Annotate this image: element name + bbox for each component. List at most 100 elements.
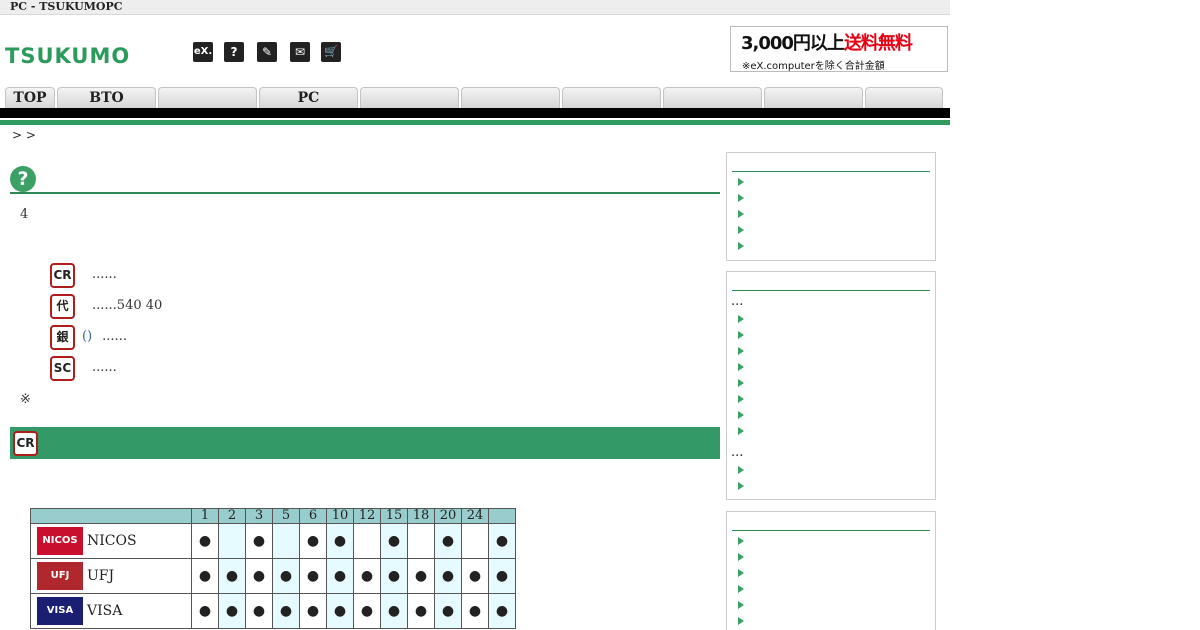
- banner-amount: 3,000円以上: [741, 33, 845, 54]
- cart-icon[interactable]: 🛒: [321, 42, 341, 62]
- tab-6[interactable]: [461, 87, 560, 108]
- sidebar-ellipsis: ...: [731, 294, 744, 309]
- table-header: 20: [434, 508, 462, 524]
- table-header: 18: [407, 508, 435, 524]
- tab-7[interactable]: [562, 87, 661, 108]
- table-row: UFJ CardUFJ●●●●●●●●●●●●: [30, 558, 516, 609]
- sidebar-ellipsis: ...: [731, 445, 744, 460]
- sidebar-link-arrow-icon[interactable]: [738, 617, 744, 625]
- sidebar-box-heading-line: [732, 290, 930, 291]
- installment-cell: ●: [434, 523, 462, 559]
- installment-cell: ●: [218, 558, 246, 594]
- installment-cell: ●: [326, 593, 354, 629]
- mail-icon[interactable]: ✉: [290, 42, 310, 62]
- installment-cell: ●: [299, 523, 327, 559]
- question-icon: ?: [10, 166, 36, 192]
- installment-cell: ●: [407, 593, 435, 629]
- sidebar-link-arrow-icon[interactable]: [738, 178, 744, 186]
- tsukumo-logo[interactable]: TSUKUMO: [5, 44, 130, 68]
- sidebar-link-arrow-icon[interactable]: [738, 242, 744, 250]
- table-row: VISA VISA ● ● ● ● ● ● ● ● ● ● ● ●: [30, 593, 516, 629]
- sidebar-link-arrow-icon[interactable]: [738, 569, 744, 577]
- sidebar-link-arrow-icon[interactable]: [738, 395, 744, 403]
- sidebar-link-arrow-icon[interactable]: [738, 537, 744, 545]
- installment-cell: ●: [380, 523, 408, 559]
- sidebar-box-3: [726, 511, 936, 630]
- tab-bto[interactable]: BTO: [57, 87, 156, 108]
- sidebar-link-arrow-icon[interactable]: [738, 226, 744, 234]
- tab-top[interactable]: TOP: [5, 87, 55, 108]
- cash-on-delivery-icon: 代: [50, 294, 75, 319]
- table-header: 24: [461, 508, 489, 524]
- payment-link[interactable]: (): [82, 329, 92, 344]
- table-header: [30, 508, 192, 524]
- intro-text: 4: [20, 207, 29, 222]
- installment-cell: ●: [245, 593, 273, 629]
- installment-cell: [218, 523, 246, 559]
- banner-free-shipping: 送料無料: [843, 33, 913, 54]
- credit-card-icon: CR: [13, 431, 38, 456]
- tab-9[interactable]: [764, 87, 863, 108]
- card-name-cell: VISA VISA: [30, 593, 192, 629]
- sidebar-box-heading-line: [732, 530, 930, 531]
- sidebar-link-arrow-icon[interactable]: [738, 194, 744, 202]
- sidebar-link-arrow-icon[interactable]: [738, 585, 744, 593]
- sidebar-link-arrow-icon[interactable]: [738, 466, 744, 474]
- installment-cell: ●: [299, 558, 327, 594]
- payment-desc: ......: [92, 267, 117, 282]
- section-header-credit: CR: [10, 427, 720, 459]
- installment-cell: ●: [353, 558, 381, 594]
- sidebar-link-arrow-icon[interactable]: [738, 363, 744, 371]
- sidebar-link-arrow-icon[interactable]: [738, 411, 744, 419]
- table-header: 10: [326, 508, 354, 524]
- tab-pc[interactable]: PC: [259, 87, 358, 108]
- nav-divider-green: [0, 120, 950, 125]
- top-strip: PC - TSUKUMOPC: [0, 0, 950, 15]
- card-name: NICOS: [87, 533, 137, 549]
- sidebar-link-arrow-icon[interactable]: [738, 482, 744, 490]
- tools-icon[interactable]: ✎: [257, 42, 277, 62]
- installment-cell: ●: [434, 558, 462, 594]
- installment-cell: ●: [326, 558, 354, 594]
- card-logo-icon: UFJ Card: [37, 562, 83, 609]
- installment-cell: ●: [434, 593, 462, 629]
- sidebar-link-arrow-icon[interactable]: [738, 315, 744, 323]
- installment-cell: ●: [218, 593, 246, 629]
- installment-cell: ●: [380, 558, 408, 594]
- breadcrumb[interactable]: > >: [12, 128, 36, 142]
- installment-cell: ●: [245, 523, 273, 559]
- sidebar-link-arrow-icon[interactable]: [738, 379, 744, 387]
- card-name: UFJ: [87, 568, 115, 584]
- sidebar-link-arrow-icon[interactable]: [738, 331, 744, 339]
- table-header: 12: [353, 508, 381, 524]
- table-header-row: 1 2 3 5 6 10 12 15 18 20 24: [30, 508, 516, 524]
- payment-desc: ......540 40: [92, 298, 163, 313]
- page-title: PC - TSUKUMOPC: [10, 0, 123, 13]
- sidebar-link-arrow-icon[interactable]: [738, 210, 744, 218]
- tab-3[interactable]: [158, 87, 257, 108]
- sidebar-link-arrow-icon[interactable]: [738, 601, 744, 609]
- sidebar-link-arrow-icon[interactable]: [738, 347, 744, 355]
- table-header: 1: [191, 508, 219, 524]
- tab-8[interactable]: [663, 87, 762, 108]
- tab-10[interactable]: [865, 87, 943, 108]
- table-header: 6: [299, 508, 327, 524]
- installment-cell: ●: [407, 558, 435, 594]
- note-text: ※: [20, 392, 31, 407]
- installment-cell: ●: [488, 523, 516, 559]
- ex-icon[interactable]: eX.: [193, 42, 213, 62]
- installment-cell: [461, 523, 489, 559]
- sidebar-box-1: [726, 152, 936, 261]
- help-icon[interactable]: ?: [224, 42, 244, 62]
- installment-cell: ●: [326, 523, 354, 559]
- card-name: VISA: [87, 603, 123, 619]
- sidebar-link-arrow-icon[interactable]: [738, 553, 744, 561]
- credit-card-icon: CR: [50, 263, 75, 288]
- free-shipping-banner[interactable]: 3,000円以上送料無料 ※eX.computerを除く合計金額: [730, 26, 948, 72]
- sidebar-link-arrow-icon[interactable]: [738, 427, 744, 435]
- tab-5[interactable]: [360, 87, 459, 108]
- bank-transfer-icon: 銀: [50, 325, 75, 350]
- installment-cell: [407, 523, 435, 559]
- installment-cell: ●: [191, 593, 219, 629]
- installment-cell: ●: [488, 558, 516, 594]
